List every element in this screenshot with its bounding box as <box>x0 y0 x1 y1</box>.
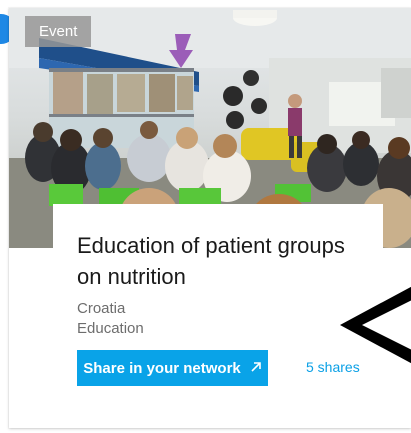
share-button-label: Share in your network <box>83 359 241 377</box>
event-info-panel: Education of patient groups on nutrition… <box>53 204 383 428</box>
event-meta: Croatia Education <box>77 299 144 339</box>
stage: Event Education of patient groups on nut… <box>0 0 411 433</box>
share-in-network-button[interactable]: Share in your network <box>77 350 268 386</box>
arrow-up-right-icon <box>250 360 262 377</box>
event-country: Croatia <box>77 300 126 317</box>
arrow-up-right-icon-svg <box>251 361 261 372</box>
event-title[interactable]: Education of patient groups on nutrition <box>77 230 367 292</box>
event-category: Education <box>77 320 144 337</box>
event-type-tag: Event <box>25 16 92 47</box>
chevron-left-icon[interactable] <box>340 282 411 368</box>
